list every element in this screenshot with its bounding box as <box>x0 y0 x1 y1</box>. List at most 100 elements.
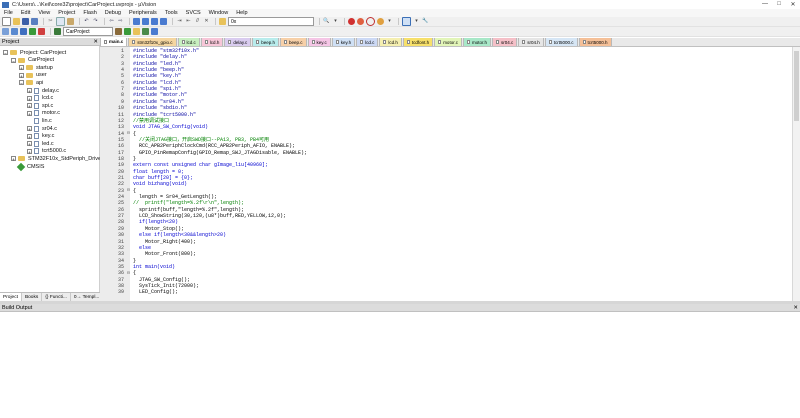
code-line[interactable]: 32 else <box>100 245 151 251</box>
code-line[interactable]: 31 Motor_Right(400); <box>100 239 196 245</box>
new-file-icon[interactable] <box>2 17 11 26</box>
code-line[interactable]: 5 #include "key.h" <box>100 73 181 79</box>
file-tab[interactable]: motor.h <box>462 38 491 46</box>
translate-icon[interactable] <box>2 28 9 35</box>
tab-functions[interactable]: {} Functi... <box>42 293 71 301</box>
file-tab[interactable]: main.c <box>100 38 128 46</box>
build-icon[interactable] <box>11 28 18 35</box>
file-tab[interactable]: lcd.h <box>200 38 224 46</box>
code-line[interactable]: 16 RCC_APB2PeriphClockCmd(RCC_APB2Periph… <box>100 143 295 149</box>
file-tab[interactable]: tcrt5000.c <box>544 38 578 46</box>
redo-icon[interactable]: ↷ <box>92 18 99 25</box>
project-items-icon[interactable] <box>151 28 158 35</box>
expand-icon[interactable]: + <box>19 65 24 71</box>
menu-window[interactable]: Window <box>205 10 233 16</box>
tree-item[interactable]: lin.c <box>27 117 52 124</box>
project-pane-close-button[interactable]: ✕ <box>93 39 98 45</box>
code-line[interactable]: 13 void JTAG_SW_Config(void) <box>100 124 208 130</box>
tree-item[interactable]: + motor.c <box>27 110 60 117</box>
code-line[interactable]: 18} <box>100 156 136 162</box>
menu-view[interactable]: View <box>34 10 54 16</box>
expand-icon[interactable]: + <box>27 103 32 109</box>
tree-item[interactable]: − CarProject <box>11 57 54 64</box>
code-line[interactable]: 29 Motor_Stop(); <box>100 226 184 232</box>
manage-components-icon[interactable] <box>115 28 122 35</box>
save-all-icon[interactable] <box>31 18 38 25</box>
tree-item[interactable]: − api <box>19 79 43 86</box>
code-line[interactable]: 6 #include "lcd.h" <box>100 80 181 86</box>
file-tab[interactable]: tcrt5000.h <box>578 38 612 46</box>
disable-breakpoint-icon[interactable] <box>366 17 375 26</box>
prev-bookmark-icon[interactable] <box>142 18 149 25</box>
code-line[interactable]: 36 ⊟{ <box>100 270 136 276</box>
nav-back-icon[interactable]: ⇦ <box>108 18 115 25</box>
clear-bookmarks-icon[interactable] <box>160 18 167 25</box>
build-output-close-button[interactable]: ✕ <box>793 305 798 311</box>
code-line[interactable]: 27 LCD_ShowString(30,120,(u8*)buff,RED,Y… <box>100 213 286 219</box>
tab-templates[interactable]: 0→ Templ... <box>71 293 104 301</box>
menu-edit[interactable]: Edit <box>17 10 34 16</box>
menu-flash[interactable]: Flash <box>79 10 100 16</box>
minimize-button[interactable]: — <box>758 1 772 8</box>
uncomment-icon[interactable]: ✕ <box>203 18 210 25</box>
code-line[interactable]: 34} <box>100 258 136 264</box>
file-tab[interactable]: motor.c <box>434 38 462 46</box>
file-tab[interactable]: lcd.h <box>379 38 402 46</box>
expand-icon[interactable]: + <box>27 95 32 102</box>
code-line[interactable]: 4 #include "beep.h" <box>100 67 184 73</box>
menu-debug[interactable]: Debug <box>101 10 125 16</box>
target-select[interactable]: CarProject <box>63 27 113 36</box>
file-tab[interactable]: sr04.h <box>518 38 544 46</box>
code-line[interactable]: 10 #include "sbdio.h" <box>100 105 187 111</box>
collapse-icon[interactable]: − <box>3 50 8 56</box>
code-editor[interactable]: 1 #include "stm32f10x.h" 2 #include "delay.… <box>100 47 792 301</box>
kill-breakpoints-icon[interactable] <box>377 18 384 25</box>
code-line[interactable]: 1 #include "stm32f10x.h" <box>100 48 199 54</box>
code-line[interactable]: 15 //关闭JTAG接口，开启SWD接口--PA13, PB3, PB4可用 <box>100 137 269 144</box>
file-tab[interactable]: beep.c <box>280 38 307 46</box>
code-line[interactable]: 19 extern const unsigned char gImage_liu[… <box>100 162 268 168</box>
tab-project[interactable]: Project <box>0 293 22 301</box>
paste-icon[interactable] <box>67 18 74 25</box>
editor-vertical-scrollbar[interactable] <box>792 47 800 301</box>
tree-item[interactable]: + sr04.c <box>27 125 57 132</box>
tree-item[interactable]: + user <box>19 72 47 79</box>
code-line[interactable]: 12//禁用调试接口 <box>100 118 169 125</box>
tree-item[interactable]: − Project: CarProject <box>3 49 66 56</box>
code-line[interactable]: 9 #include "sr04.h" <box>100 99 184 105</box>
tree-item[interactable]: CMSIS <box>11 162 44 171</box>
cut-icon[interactable]: ✂ <box>47 18 54 25</box>
window-layout-icon[interactable] <box>402 17 411 26</box>
manage-runtime-icon[interactable] <box>133 28 140 35</box>
file-tab[interactable]: stm32f10x_gpio.c <box>128 38 177 46</box>
menu-tools[interactable]: Tools <box>161 10 182 16</box>
code-line[interactable]: 22 void bizhang(void) <box>100 181 187 187</box>
scrollbar-thumb[interactable] <box>794 51 799 121</box>
code-line[interactable]: 25 // printf("length=%.2f\r\n",length); <box>100 200 244 206</box>
file-tab[interactable]: delay.c <box>224 38 252 46</box>
code-line[interactable]: 26 sprintf(buff,"length=%.2f",length); <box>100 207 244 213</box>
file-tab[interactable]: lcd.c <box>177 38 200 46</box>
code-line[interactable]: 7 #include "spi.h" <box>100 86 181 92</box>
file-tab[interactable]: beep.h <box>252 38 280 46</box>
debug-start-icon[interactable] <box>348 18 355 25</box>
code-line[interactable]: 33 Motor_Front(800); <box>100 251 196 257</box>
code-line[interactable]: 39 LED_Config(); <box>100 289 178 295</box>
expand-icon[interactable]: + <box>27 141 32 147</box>
code-line[interactable]: 24 length = Sr04_GetLength(); <box>100 194 217 200</box>
file-tab[interactable]: key.c <box>307 38 331 46</box>
close-window-button[interactable]: ✕ <box>786 1 800 8</box>
file-tab[interactable]: sr04.c <box>491 38 518 46</box>
tree-item[interactable]: + STM32F10x_StdPeriph_Driver <box>11 155 103 162</box>
undo-icon[interactable]: ↶ <box>83 18 90 25</box>
configure-icon[interactable]: 🔧 <box>422 18 429 25</box>
code-line[interactable]: 35 int main(void) <box>100 264 175 270</box>
expand-icon[interactable]: + <box>11 156 16 162</box>
open-folder-icon[interactable] <box>13 18 20 25</box>
download-icon[interactable] <box>29 28 36 35</box>
menu-file[interactable]: File <box>0 10 17 16</box>
maximize-button[interactable]: □ <box>772 1 786 8</box>
code-line[interactable]: 3 #include "led.h" <box>100 61 181 67</box>
code-line[interactable]: 21 char buff[20] = {0}; <box>100 175 193 181</box>
find-combo[interactable]: 0x <box>228 17 314 26</box>
